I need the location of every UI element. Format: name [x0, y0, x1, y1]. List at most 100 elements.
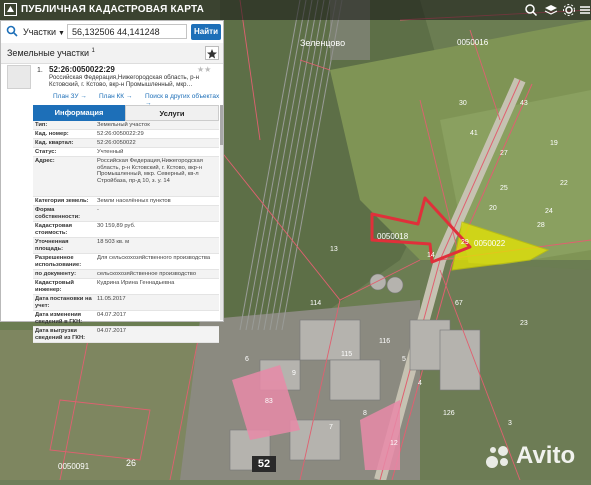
property-row: Уточненная площадь: 18 503 кв. м [33, 238, 219, 254]
property-key: Дата изменения сведений в ГКН: [35, 312, 83, 325]
map-label-parcel-19: 19 [550, 140, 558, 147]
map-label-parcel-24: 24 [545, 208, 553, 215]
avito-logo-icon [486, 446, 508, 468]
property-value: Российская Федерация,Нижегородская облас… [97, 158, 203, 184]
app-title: ПУБЛИЧНАЯ КАДАСТРОВАЯ КАРТА [21, 4, 205, 15]
map-label-parcel-9: 9 [292, 370, 296, 377]
map-label-parcel-6: 6 [245, 356, 249, 363]
map-label-quarter-0050018: 0050018 [377, 232, 409, 241]
property-key: Статус: [35, 149, 57, 155]
info-tabs: Информация Услуги [33, 105, 219, 121]
favorite-button[interactable] [205, 46, 219, 60]
property-row: Категория земель: Земли населённых пункто… [33, 197, 219, 206]
search-icon[interactable] [6, 25, 18, 37]
layers-icon[interactable] [544, 3, 558, 17]
property-value: 52:26:0050022 [97, 140, 136, 146]
tab-services[interactable]: Услуги [125, 105, 219, 121]
find-button[interactable]: Найти [191, 24, 221, 40]
map-label-zelentsovo: Зеленцово [300, 38, 346, 48]
section-count: 1 [91, 48, 95, 54]
search-row: Участки▼ Найти [1, 21, 223, 44]
property-key: Категория земель: [35, 198, 89, 204]
section-title: Земельные участки 1 [7, 48, 95, 58]
map-label-parcel-20: 20 [489, 205, 497, 212]
map-label-parcel-23: 23 [520, 320, 528, 327]
map-label-parcel-83: 83 [265, 398, 273, 405]
property-row: Дата постановки на учет: 11.05.2017 [33, 295, 219, 311]
rating-stars-icon[interactable]: ★★ [197, 65, 211, 74]
map-label-parcel-41: 41 [470, 130, 478, 137]
chevron-down-icon: ▼ [58, 30, 65, 37]
map-label-parcel-30: 30 [459, 100, 467, 107]
map-label-parcel-4: 4 [418, 380, 422, 387]
top-bar: ПУБЛИЧНАЯ КАДАСТРОВАЯ КАРТА [0, 0, 591, 20]
search-type-select[interactable]: Участки ▼ [23, 24, 65, 40]
property-value: Земли населённых пунктов [97, 198, 171, 204]
property-row: Кад. номер: 52:26:0050022:29 [33, 130, 219, 139]
map-label-parcel-29: 29 [461, 239, 469, 246]
result-index: 1. [37, 67, 43, 74]
panel-scrollbar[interactable] [220, 105, 223, 320]
menu-icon[interactable] [578, 3, 591, 17]
land-plots-section-header[interactable]: Земельные участки 1 [1, 43, 223, 64]
map-label-parcel-28: 28 [537, 222, 545, 229]
watermark-text: Avito [516, 442, 576, 469]
property-key: Кад. номер: [35, 131, 69, 137]
search-icon[interactable] [524, 3, 538, 17]
property-value: 52:26:0050022:29 [97, 131, 144, 137]
property-value: 04.07.2017 [97, 312, 127, 318]
map-label-quarter-0050091: 0050091 [58, 462, 90, 471]
map-label-parcel-12: 12 [390, 440, 398, 447]
map-label-quarter-0050022: 0050022 [474, 239, 506, 248]
road-number-badge: 52 [252, 456, 276, 472]
map-label-parcel-114: 114 [310, 300, 322, 307]
property-row: Тип: Земельный участок [33, 121, 219, 130]
property-value: 04.07.2017 [97, 328, 127, 334]
property-value: Для сельскохозяйственного производства [97, 255, 211, 261]
scrollbar-thumb[interactable] [220, 105, 223, 145]
property-row: Адрес: Российская Федерация,Нижегородская… [33, 157, 219, 197]
search-results-panel: Участки▼ Найти Земельные участки 1 1. 52… [0, 20, 224, 343]
property-row: Разрешенное использование: Для сельскохоз… [33, 254, 219, 270]
property-key: Дата постановки на учет: [35, 296, 92, 309]
map-label-parcel-115: 115 [341, 351, 353, 358]
properties-table: Тип: Земельный участок Кад. номер: 52:26:00… [33, 121, 219, 343]
property-key: Разрешенное использование: [35, 255, 82, 268]
property-key: по документу: [35, 271, 76, 277]
property-key: Кадастровая стоимость: [35, 223, 72, 236]
property-row: Кадастровая стоимость: 30 159,89 руб. [33, 222, 219, 238]
map-label-parcel-8: 8 [363, 410, 367, 417]
result-cadastral-number[interactable]: 52:26:0050022:29 [49, 65, 115, 74]
road-number-label: 52 [257, 458, 271, 470]
result-links: План ЗУ → План КК → Поиск в других объек… [1, 93, 223, 107]
map-label-parcel-116: 116 [379, 338, 391, 345]
star-icon [207, 49, 217, 59]
tab-information[interactable]: Информация [33, 105, 125, 121]
property-key: Кадастровый инженер: [35, 280, 74, 293]
coordinates-input[interactable] [67, 24, 187, 39]
property-row: по документу: сельскохозяйственное произв… [33, 270, 219, 279]
property-row: Дата выгрузки сведений из ГКН: 04.07.2017 [33, 327, 219, 343]
map-label-parcel-25: 25 [500, 185, 508, 192]
cadastre-logo-icon [4, 3, 17, 16]
settings-icon[interactable] [562, 3, 576, 17]
property-value: 18 503 кв. м [97, 239, 130, 245]
quarter-plan-link[interactable]: План КК → [99, 93, 132, 100]
property-value: 30 159,89 руб. [97, 223, 136, 229]
parcel-plan-link[interactable]: План ЗУ → [53, 93, 87, 100]
property-key: Кад. квартал: [35, 140, 74, 146]
map-label-quarter-0050016: 0050016 [457, 38, 489, 47]
property-row: Форма собственности: - [33, 206, 219, 222]
property-key: Тип: [35, 122, 48, 128]
map-label-parcel-27: 27 [500, 150, 508, 157]
map-label-parcel-5: 5 [402, 356, 406, 363]
result-address: Российская Федерация,Нижегородская облас… [49, 74, 199, 88]
property-key: Форма собственности: [35, 207, 81, 220]
property-row: Дата изменения сведений в ГКН: 04.07.2017 [33, 311, 219, 327]
map-label-parcel-22: 22 [560, 180, 568, 187]
property-row: Кадастровый инженер: Кудрина Ирина Геннад… [33, 279, 219, 295]
property-value: 11.05.2017 [97, 296, 126, 302]
property-value: Кудрина Ирина Геннадьевна [97, 280, 175, 286]
map-label-parcel-3: 3 [508, 420, 512, 427]
property-row: Статус: Учтенный [33, 148, 219, 157]
